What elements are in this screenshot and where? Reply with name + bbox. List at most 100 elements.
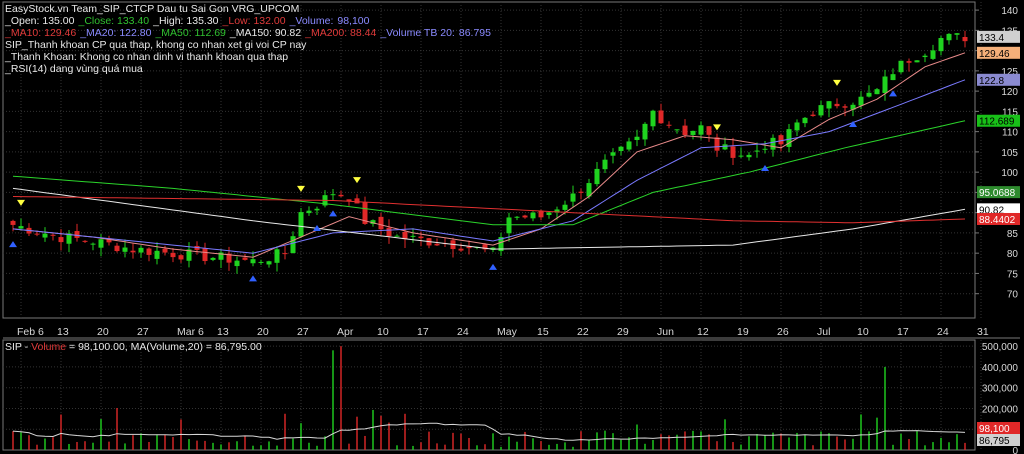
candle — [642, 122, 648, 146]
candle-body — [802, 117, 808, 124]
candle-body — [930, 50, 936, 59]
candle-body — [58, 237, 64, 243]
candle-body — [386, 227, 392, 237]
candle-body — [178, 255, 184, 260]
candle — [234, 256, 240, 274]
ohlc-field-5: 98,100 — [337, 15, 370, 27]
candle — [106, 235, 112, 246]
candle — [170, 247, 176, 263]
candle-body — [570, 193, 576, 202]
price-tick-label: 120 — [1001, 87, 1018, 98]
candle-body — [890, 74, 896, 81]
ohlc-field-0: _Open: 135.00 — [5, 15, 75, 27]
candle-body — [138, 247, 144, 253]
candle-body — [882, 76, 888, 94]
candle-body — [210, 257, 216, 260]
candle-body — [522, 215, 528, 218]
candle-body — [626, 141, 632, 150]
candle-body — [698, 125, 704, 135]
ma-field-4: _MA200: 88.44 — [305, 27, 377, 39]
candle — [498, 232, 504, 256]
price-tick-label: 85 — [1007, 229, 1019, 240]
price-tick-label: 75 — [1007, 269, 1019, 280]
time-tick-label: 24 — [457, 326, 469, 338]
candle — [386, 219, 392, 244]
candle-body — [618, 146, 624, 151]
time-tick-label: Jun — [657, 326, 674, 338]
candle-body — [594, 168, 600, 185]
price-label: 122.8 — [979, 76, 1004, 87]
time-tick-label: 19 — [737, 326, 749, 338]
candle — [90, 242, 96, 251]
candle-body — [98, 239, 104, 248]
candle-body — [546, 212, 552, 216]
time-tick-label: 17 — [897, 326, 909, 338]
candle-body — [394, 235, 400, 237]
price-tick-label: 140 — [1001, 6, 1018, 17]
ma10-line — [12, 52, 966, 258]
candle-body — [842, 106, 848, 108]
candle — [770, 134, 776, 157]
candle — [578, 188, 584, 200]
candle-body — [602, 159, 608, 170]
candle — [842, 104, 848, 117]
candle-body — [514, 216, 520, 218]
price-tick-label: 105 — [1001, 148, 1018, 159]
candle — [738, 147, 744, 158]
candle — [82, 240, 88, 243]
candle — [730, 137, 736, 166]
candle — [610, 148, 616, 164]
candle — [546, 211, 552, 219]
candle — [762, 141, 768, 154]
candle-body — [306, 210, 312, 214]
candle — [330, 188, 336, 201]
sell-marker-icon — [353, 177, 361, 184]
volume-header: SIP - Volume = 98,100.00, MA(Volume,20) … — [5, 341, 262, 353]
chart-stage: 7075808590951001051101151201251301351400… — [0, 0, 1024, 454]
candle — [626, 137, 632, 152]
candle-body — [770, 137, 776, 150]
ma-field-0: _MA10: 129.46 — [5, 27, 77, 39]
candle — [258, 259, 264, 265]
candle-body — [122, 247, 128, 252]
candle — [914, 60, 920, 63]
volume-ma-line — [12, 422, 966, 441]
buy-marker-icon — [9, 241, 17, 248]
ohlc-field-1: _Close: 133.40 — [78, 15, 150, 27]
note-2: _Thanh Khoan: Khong co nhan dinh vi than… — [5, 51, 289, 63]
price-tick-label: 80 — [1007, 249, 1019, 260]
price-label: 133.4 — [979, 33, 1004, 44]
buy-marker-icon — [329, 210, 337, 217]
candle-body — [682, 125, 688, 136]
sell-marker-icon — [713, 124, 721, 131]
candle — [650, 109, 656, 131]
candle — [690, 130, 696, 140]
candle-body — [458, 248, 464, 251]
time-tick-label: 29 — [617, 326, 629, 338]
candle — [874, 87, 880, 95]
candle-body — [50, 234, 56, 236]
candle-body — [874, 89, 880, 95]
time-tick-label: 31 — [977, 326, 989, 338]
candle — [586, 178, 592, 199]
time-tick-label: 22 — [577, 326, 589, 338]
candle — [426, 238, 432, 249]
ma-field-1: _MA20: 122.80 — [80, 27, 152, 39]
candle — [66, 229, 72, 253]
candle — [186, 242, 192, 268]
candle — [802, 117, 808, 128]
candle — [930, 44, 936, 60]
candle — [522, 214, 528, 219]
candle-body — [946, 33, 952, 41]
candle-body — [938, 38, 944, 52]
candle-body — [690, 130, 696, 135]
price-tick-label: 100 — [1001, 168, 1018, 179]
candle — [906, 58, 912, 72]
candle-body — [418, 236, 424, 239]
candle — [634, 129, 640, 147]
candle — [714, 133, 720, 157]
candle-body — [746, 154, 752, 158]
candle — [306, 206, 312, 216]
candle — [346, 199, 352, 206]
candle-body — [706, 126, 712, 135]
